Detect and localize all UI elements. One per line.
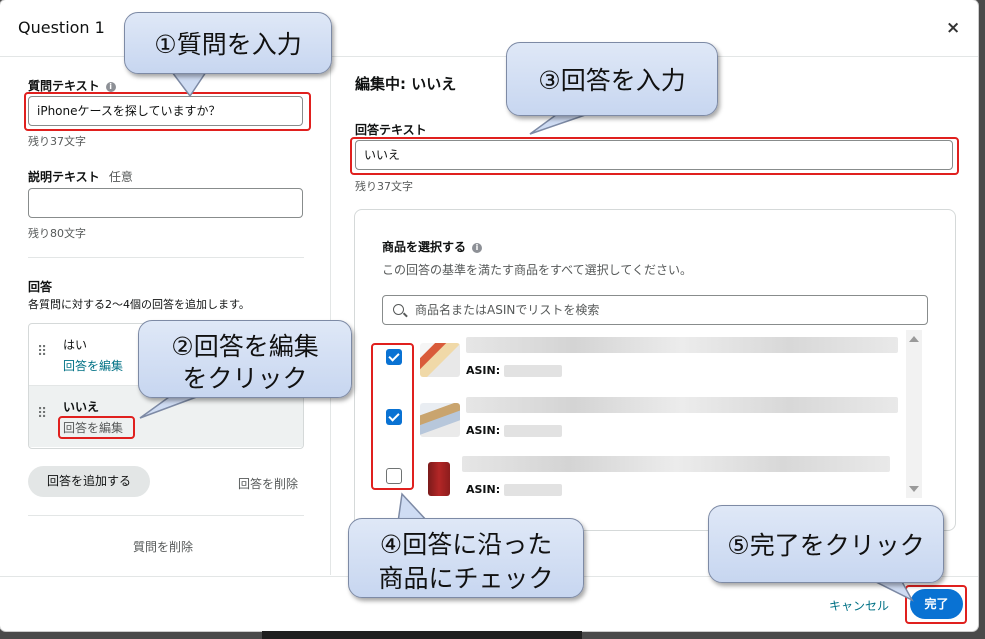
callout-5: ⑤完了をクリック — [708, 505, 944, 583]
callout-tail-1 — [170, 71, 208, 98]
callout-2: ②回答を編集 をクリック — [138, 320, 352, 398]
callout-1: ①質問を入力 — [124, 12, 332, 74]
callout-4: ④回答に沿った 商品にチェック — [348, 518, 584, 598]
callout-3: ③回答を入力 — [506, 42, 718, 116]
